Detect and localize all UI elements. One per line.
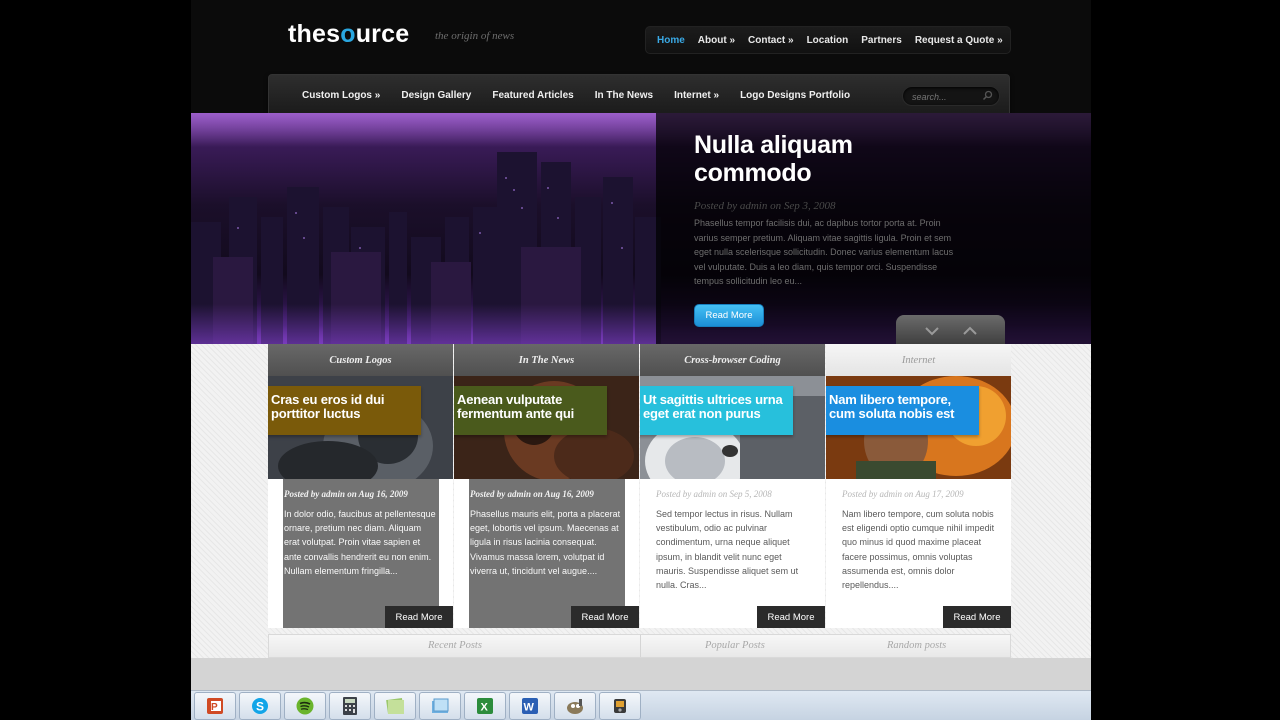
featured-caption: Nulla aliquam commodo Posted by admin on… xyxy=(656,113,1091,344)
search-input[interactable] xyxy=(903,88,983,106)
tab-recent-posts[interactable]: Recent Posts xyxy=(428,640,482,651)
card-in-the-news: In The News Aenean vulputate fermentum a… xyxy=(454,344,639,628)
card-meta: Posted by admin on Sep 5, 2008 xyxy=(656,489,772,499)
card-read-more-button[interactable]: Read More xyxy=(571,606,639,628)
top-nav-contact[interactable]: Contact » xyxy=(748,35,794,46)
search-box xyxy=(902,86,1000,106)
card-custom-logos: Custom Logos Cras eu eros id dui porttit… xyxy=(268,344,453,628)
slider-controls xyxy=(896,315,1005,344)
card-tab[interactable]: Cross-browser Coding xyxy=(640,344,825,376)
site-logo[interactable]: thesource xyxy=(288,20,409,49)
top-nav: Home About » Contact » Location Partners… xyxy=(645,26,1011,54)
card-headline[interactable]: Nam libero tempore, cum soluta nobis est xyxy=(826,386,979,435)
notes-icon[interactable] xyxy=(374,691,416,720)
nav-internet[interactable]: Internet » xyxy=(674,90,719,101)
card-meta: Posted by admin on Aug 16, 2009 xyxy=(284,489,408,499)
explorer-icon[interactable] xyxy=(419,691,461,720)
top-nav-partners[interactable]: Partners xyxy=(861,35,902,46)
top-nav-about[interactable]: About » xyxy=(698,35,735,46)
card-excerpt: Nam libero tempore, cum soluta nobis est… xyxy=(842,509,995,591)
content-area: Custom Logos Cras eu eros id dui porttit… xyxy=(191,344,1091,690)
footer-strip xyxy=(191,658,1091,690)
skype-icon[interactable]: S xyxy=(239,691,281,720)
card-internet: Internet Nam libero tempore, cum soluta … xyxy=(826,344,1011,628)
card-meta: Posted by admin on Aug 17, 2009 xyxy=(842,489,964,499)
excel-icon[interactable]: X xyxy=(464,691,506,720)
main-nav: Custom Logos » Design Gallery Featured A… xyxy=(268,74,1010,117)
category-cards: Custom Logos Cras eu eros id dui porttit… xyxy=(268,344,1011,628)
card-tab[interactable]: Internet xyxy=(826,344,1011,376)
website: thesource the origin of news Home About … xyxy=(191,0,1091,690)
svg-text:X: X xyxy=(481,701,489,713)
screen: thesource the origin of news Home About … xyxy=(0,0,1280,720)
tab-divider xyxy=(640,635,641,657)
word-icon[interactable]: W xyxy=(509,691,551,720)
featured-read-more-button[interactable]: Read More xyxy=(694,304,764,327)
tab-popular-posts[interactable]: Popular Posts xyxy=(705,640,765,651)
svg-text:W: W xyxy=(524,701,535,713)
card-read-more-button[interactable]: Read More xyxy=(757,606,825,628)
nav-logo-designs-portfolio[interactable]: Logo Designs Portfolio xyxy=(740,90,850,101)
gimp-icon[interactable] xyxy=(554,691,596,720)
calculator-icon[interactable] xyxy=(329,691,371,720)
top-nav-location[interactable]: Location xyxy=(807,35,849,46)
powerpoint-icon[interactable]: P xyxy=(194,691,236,720)
featured-title[interactable]: Nulla aliquam commodo xyxy=(694,131,924,187)
chevron-up-icon[interactable] xyxy=(962,326,978,336)
featured-excerpt: Phasellus tempor facilisis dui, ac dapib… xyxy=(694,218,954,287)
site-tagline: the origin of news xyxy=(435,30,515,42)
spotify-icon[interactable] xyxy=(284,691,326,720)
card-tab[interactable]: In The News xyxy=(454,344,639,376)
nav-custom-logos[interactable]: Custom Logos » xyxy=(302,90,380,101)
card-excerpt: Phasellus mauris elit, porta a placerat … xyxy=(470,509,621,576)
card-excerpt: Sed tempor lectus in risus. Nullam vesti… xyxy=(656,509,799,591)
card-meta: Posted by admin on Aug 16, 2009 xyxy=(470,489,594,499)
card-headline[interactable]: Ut sagittis ultrices urna eget erat non … xyxy=(640,386,793,435)
card-excerpt: In dolor odio, faucibus at pellentesque … xyxy=(284,509,436,576)
posts-tabs: Recent Posts Popular Posts Random posts xyxy=(268,634,1011,658)
taskbar: P S X W xyxy=(191,690,1091,720)
card-read-more-button[interactable]: Read More xyxy=(385,606,453,628)
card-headline[interactable]: Cras eu eros id dui porttitor luctus xyxy=(268,386,421,435)
nav-in-the-news[interactable]: In The News xyxy=(595,90,653,101)
nav-featured-articles[interactable]: Featured Articles xyxy=(492,90,573,101)
featured-meta: Posted by admin on Sep 3, 2008 xyxy=(694,200,836,212)
card-read-more-button[interactable]: Read More xyxy=(943,606,1011,628)
svg-text:P: P xyxy=(211,702,218,713)
card-headline[interactable]: Aenean vulputate fermentum ante qui xyxy=(454,386,607,435)
card-tab[interactable]: Custom Logos xyxy=(268,344,453,376)
nav-design-gallery[interactable]: Design Gallery xyxy=(401,90,471,101)
media-player-icon[interactable] xyxy=(599,691,641,720)
top-nav-home[interactable]: Home xyxy=(657,35,685,46)
featured-slider: Nulla aliquam commodo Posted by admin on… xyxy=(191,113,1091,344)
search-icon[interactable] xyxy=(982,90,993,101)
tab-random-posts[interactable]: Random posts xyxy=(887,640,946,651)
svg-text:S: S xyxy=(256,699,264,713)
card-cross-browser-coding: Cross-browser Coding Ut sagittis ultrice… xyxy=(640,344,825,628)
top-nav-request-quote[interactable]: Request a Quote » xyxy=(915,35,1003,46)
chevron-down-icon[interactable] xyxy=(924,326,940,336)
